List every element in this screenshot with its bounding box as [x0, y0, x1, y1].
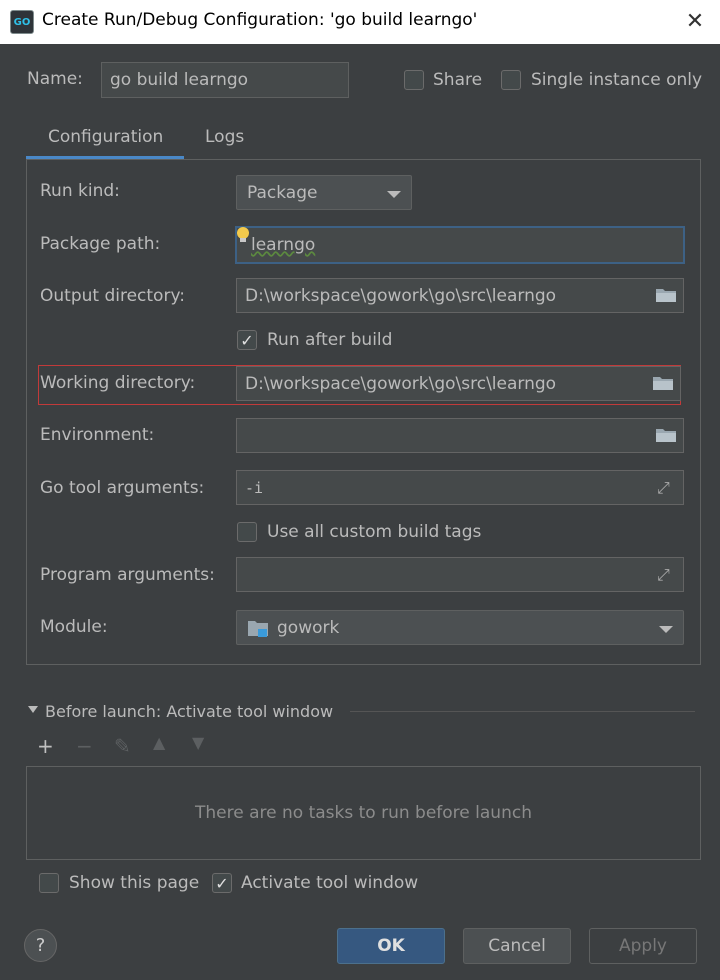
before-launch-header[interactable]: Before launch: Activate tool window	[45, 702, 333, 721]
before-launch-task-list: There are no tasks to run before launch	[26, 766, 701, 860]
module-label: Module:	[40, 617, 108, 637]
environment-input[interactable]	[236, 418, 684, 453]
output-directory-label: Output directory:	[40, 286, 185, 306]
module-folder-icon	[248, 620, 268, 637]
chevron-down-icon	[659, 626, 673, 633]
custom-build-tags-label: Use all custom build tags	[267, 522, 482, 542]
close-icon[interactable]: ✕	[680, 6, 710, 36]
title-bar: GO Create Run/Debug Configuration: 'go b…	[0, 0, 720, 44]
folder-icon[interactable]	[652, 375, 674, 391]
folder-icon[interactable]	[655, 427, 677, 443]
run-after-build-label: Run after build	[267, 330, 393, 350]
go-tool-arguments-input[interactable]: -i ⤢	[236, 470, 684, 505]
package-path-label: Package path:	[40, 234, 161, 254]
goland-app-icon: GO	[10, 10, 34, 34]
go-tool-arguments-label: Go tool arguments:	[40, 478, 205, 498]
package-path-input[interactable]: learngo	[235, 226, 685, 264]
program-arguments-label: Program arguments:	[40, 565, 215, 585]
chevron-down-icon	[387, 191, 401, 198]
expand-icon[interactable]: ⤢	[657, 478, 675, 497]
before-launch-separator	[350, 711, 695, 712]
add-icon[interactable]: +	[37, 734, 54, 758]
help-button[interactable]: ?	[24, 929, 57, 962]
package-path-value: learngo	[251, 235, 316, 255]
expand-icon[interactable]: ⤢	[657, 565, 675, 584]
folder-icon[interactable]	[655, 287, 677, 303]
output-directory-input[interactable]: D:\workspace\gowork\go\src\learngo	[236, 278, 684, 313]
cancel-button[interactable]: Cancel	[463, 928, 571, 964]
custom-build-tags-checkbox[interactable]	[237, 522, 257, 542]
working-directory-value: D:\workspace\gowork\go\src\learngo	[245, 373, 557, 394]
name-input[interactable]: go build learngo	[101, 62, 349, 98]
show-this-page-checkbox[interactable]	[39, 873, 59, 893]
run-kind-value: Package	[247, 182, 318, 203]
output-directory-value: D:\workspace\gowork\go\src\learngo	[245, 285, 557, 306]
window-title: Create Run/Debug Configuration: 'go buil…	[42, 10, 478, 30]
go-tool-arguments-value: -i	[245, 478, 264, 497]
module-value: gowork	[277, 617, 340, 638]
empty-tasks-text: There are no tasks to run before launch	[195, 803, 532, 823]
show-this-page-label: Show this page	[69, 873, 200, 893]
share-checkbox[interactable]	[404, 70, 424, 90]
run-kind-dropdown[interactable]: Package	[236, 175, 412, 210]
activate-tool-window-label: Activate tool window	[241, 873, 419, 893]
edit-icon[interactable]: ✎	[114, 734, 131, 758]
activate-tool-window-checkbox[interactable]: ✓	[212, 873, 232, 893]
run-after-build-checkbox[interactable]: ✓	[237, 330, 257, 350]
move-up-icon[interactable]: ▲	[153, 733, 165, 752]
apply-button[interactable]: Apply	[589, 928, 697, 964]
tab-configuration[interactable]: Configuration	[48, 127, 163, 147]
name-label: Name:	[27, 69, 83, 89]
move-down-icon[interactable]: ▼	[192, 733, 204, 752]
working-directory-input[interactable]: D:\workspace\gowork\go\src\learngo	[236, 366, 681, 401]
environment-label: Environment:	[40, 425, 155, 445]
module-dropdown[interactable]: gowork	[236, 610, 684, 645]
single-instance-label: Single instance only	[531, 70, 703, 90]
share-label: Share	[433, 70, 483, 90]
working-directory-label: Working directory:	[40, 373, 196, 393]
ok-button[interactable]: OK	[337, 928, 445, 964]
program-arguments-input[interactable]: ⤢	[236, 557, 684, 592]
remove-icon[interactable]: −	[76, 734, 93, 758]
collapse-triangle-icon[interactable]	[28, 706, 38, 713]
lightbulb-icon[interactable]	[236, 226, 250, 244]
single-instance-checkbox[interactable]	[501, 70, 521, 90]
run-kind-label: Run kind:	[40, 181, 120, 201]
tab-logs[interactable]: Logs	[205, 127, 244, 147]
